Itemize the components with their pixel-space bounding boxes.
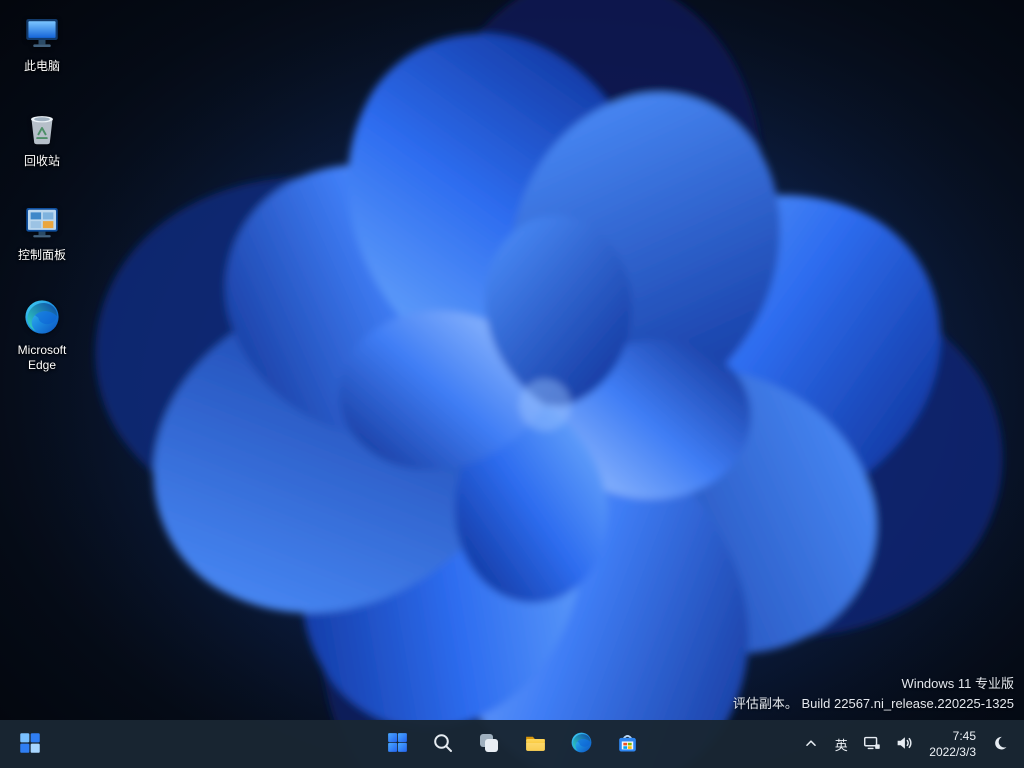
desktop-icon-recycle-bin[interactable]: 回收站 [4,103,80,174]
microsoft-store-button[interactable] [607,724,647,764]
desktop-icon-microsoft-edge[interactable]: Microsoft Edge [4,292,80,378]
task-view-button[interactable] [469,724,509,764]
microsoft-edge-icon [569,730,594,758]
moon-icon [991,734,1009,755]
network-icon [862,733,882,756]
desktop-icon-label: Microsoft Edge [17,342,67,373]
widgets-icon [17,730,43,759]
task-view-icon [477,731,501,758]
tray-overflow-button[interactable] [797,724,825,764]
widgets-button[interactable] [10,724,50,764]
language-indicator[interactable]: 英 [827,724,855,764]
chevron-up-icon [802,734,820,755]
start-button[interactable] [377,724,417,764]
clock[interactable]: 7:45 2022/3/3 [921,724,984,764]
watermark-build: 评估副本。 Build 22567.ni_release.220225-1325 [732,695,1014,711]
taskbar-left [10,724,50,764]
desktop-icon-this-pc[interactable]: 此电脑 [4,8,80,79]
file-explorer-button[interactable] [515,724,555,764]
speaker-icon [894,733,914,756]
wallpaper-bloom-image [20,0,1024,768]
desktop[interactable]: 此电脑 回收站 控制面板 Microsoft Edge Windows 11 专… [0,0,1024,768]
desktop-icon-label: 此电脑 [23,59,60,73]
microsoft-store-icon [615,730,640,758]
control-panel-icon [21,201,63,243]
windows-logo-icon [385,730,410,758]
file-explorer-icon [523,730,548,758]
evaluation-watermark: Windows 11 专业版 评估副本。 Build 22567.ni_rele… [733,674,1014,714]
tray-date: 2022/3/3 [929,744,976,759]
desktop-icon-label: 回收站 [23,153,60,168]
search-icon [431,731,455,758]
system-tray: 英 7:45 2022/3/3 [797,724,1014,764]
watermark-edition: Windows 11 专业版 [901,675,1014,691]
language-label: 英 [834,737,848,753]
desktop-icon-label: 控制面板 [17,248,66,263]
microsoft-edge-icon [21,296,63,338]
recycle-bin-icon [21,107,63,149]
this-pc-icon [21,12,63,54]
taskbar-center [377,724,647,764]
edge-taskbar-button[interactable] [561,724,601,764]
desktop-icon-list: 此电脑 回收站 控制面板 Microsoft Edge [4,8,80,378]
desktop-icon-control-panel[interactable]: 控制面板 [4,197,80,268]
focus-assist-button[interactable] [986,724,1014,764]
taskbar: 英 7:45 2022/3/3 [0,720,1024,768]
tray-time: 7:45 [952,728,976,743]
volume-button[interactable] [889,724,919,764]
network-button[interactable] [857,724,887,764]
search-button[interactable] [423,724,463,764]
